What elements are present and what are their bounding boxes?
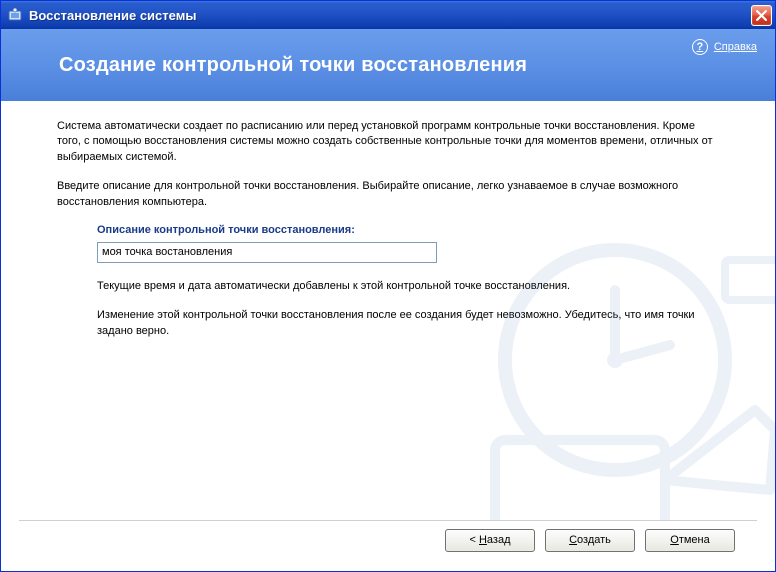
page-title: Создание контрольной точки восстановлени… xyxy=(59,54,527,77)
note-timestamp: Текущие время и дата автоматически добав… xyxy=(97,279,719,294)
help-label: Справка xyxy=(714,41,757,53)
help-link[interactable]: ? Справка xyxy=(692,39,757,55)
create-button[interactable]: Создать xyxy=(545,529,635,552)
note-warning: Изменение этой контрольной точки восстан… xyxy=(97,308,719,339)
titlebar-title: Восстановление системы xyxy=(29,8,751,23)
titlebar: Восстановление системы xyxy=(1,1,775,29)
description-input[interactable] xyxy=(97,242,437,263)
window-frame: Восстановление системы ? Справка Создани… xyxy=(0,0,776,572)
back-button[interactable]: < Назад xyxy=(445,529,535,552)
field-block: Описание контрольной точки восстановлени… xyxy=(97,224,719,263)
content-area: Система автоматически создает по расписа… xyxy=(1,101,775,520)
help-icon: ? xyxy=(692,39,708,55)
intro-text: Система автоматически создает по расписа… xyxy=(57,119,719,165)
header-banner: ? Справка Создание контрольной точки вос… xyxy=(1,29,775,101)
close-button[interactable] xyxy=(751,5,772,26)
field-label: Описание контрольной точки восстановлени… xyxy=(97,224,719,236)
footer-buttons: < Назад Создать Отмена xyxy=(1,521,775,571)
notes-block: Текущие время и дата автоматически добав… xyxy=(97,279,719,339)
instruction-text: Введите описание для контрольной точки в… xyxy=(57,179,719,210)
cancel-button[interactable]: Отмена xyxy=(645,529,735,552)
app-icon xyxy=(7,7,23,23)
